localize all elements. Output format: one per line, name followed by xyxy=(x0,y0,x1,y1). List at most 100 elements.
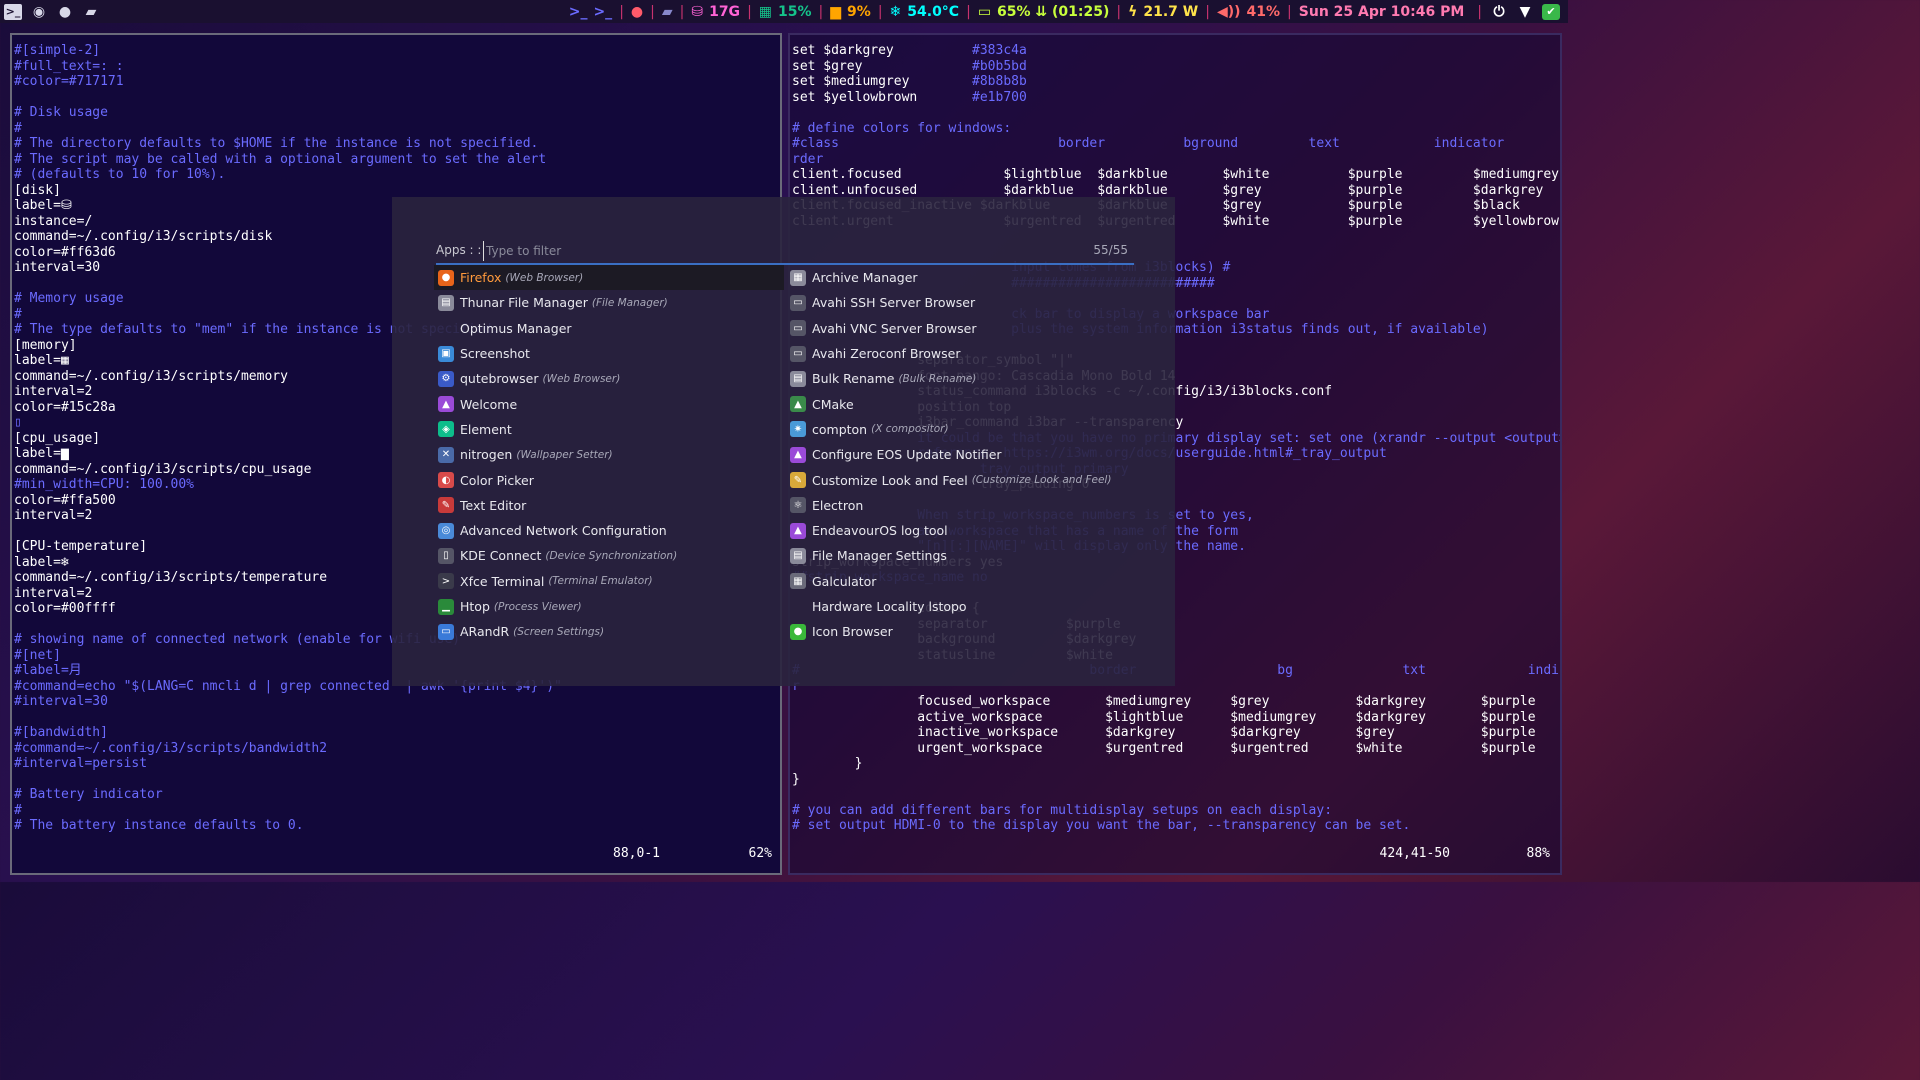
terminal-line: set $grey #b0b5bd xyxy=(792,58,1027,74)
app-item[interactable]: ✕ nitrogen (Wallpaper Setter) xyxy=(434,442,784,467)
chat-icon[interactable]: ● xyxy=(56,4,74,20)
battery-icon: ▭ xyxy=(977,3,992,20)
status-temperature-value: 54.0°C xyxy=(907,3,960,20)
app-name: compton xyxy=(812,421,868,437)
element-icon: ◈ xyxy=(438,421,454,438)
app-name: Icon Browser xyxy=(812,624,893,640)
app-item[interactable]: ◐ Color Picker xyxy=(434,467,784,492)
archive-icon: ▦ xyxy=(790,269,806,286)
app-item[interactable]: ▤ Thunar File Manager (File Manager) xyxy=(434,290,784,315)
blank-icon xyxy=(790,599,806,615)
memory-icon: ▦ xyxy=(758,3,773,20)
app-name: Avahi SSH Server Browser xyxy=(812,295,976,311)
status-cpu-value: 9% xyxy=(847,3,871,20)
app-name: Firefox xyxy=(460,270,502,286)
nitrogen-icon: ✕ xyxy=(438,446,454,463)
terminal-line: rder xyxy=(792,151,824,167)
status-recording[interactable]: ● xyxy=(624,4,650,20)
terminal-line: } xyxy=(792,771,800,787)
app-item[interactable]: ▦ Galculator xyxy=(786,569,1136,594)
wifi-icon[interactable]: ▼ xyxy=(1516,4,1534,20)
app-name: Electron xyxy=(812,497,864,513)
app-item[interactable]: Hardware Locality lstopo xyxy=(786,594,1136,619)
app-item[interactable]: ⚙ qutebrowser (Web Browser) xyxy=(434,366,784,391)
eos-log-icon: ▲ xyxy=(790,522,806,539)
app-name: Element xyxy=(460,421,512,437)
status-blocks: >_ >_ | ● | ▰ | ⛁ 17G | ▦ 15% | ▆ 9% | ❄ 54.0°C | ▭ 65% ⇊ (0… xyxy=(474,4,1477,20)
app-name: Advanced Network Configuration xyxy=(460,523,667,539)
app-item[interactable]: ▲ EndeavourOS log tool xyxy=(786,518,1136,543)
app-item[interactable]: Optimus Manager xyxy=(434,316,784,341)
app-item[interactable]: ▭ Avahi Zeroconf Browser xyxy=(786,341,1136,366)
status-folder[interactable]: ▰ xyxy=(655,4,680,20)
app-item[interactable]: ▭ Avahi SSH Server Browser xyxy=(786,290,1136,315)
app-description: (Device Synchronization) xyxy=(545,549,678,562)
app-name: Avahi Zeroconf Browser xyxy=(812,346,961,362)
status-volume[interactable]: ◀)) 41% xyxy=(1210,4,1287,20)
app-item[interactable]: ▲ Welcome xyxy=(434,391,784,416)
terminal-icon: > xyxy=(438,573,454,590)
endeavouros-icon: ▲ xyxy=(438,396,454,413)
status-memory[interactable]: ▦ 15% xyxy=(752,4,819,20)
status-cpu[interactable]: ▆ 9% xyxy=(823,4,878,20)
terminal-line: # (defaults to 10 for 10%). xyxy=(14,167,226,182)
app-item[interactable]: ▯ KDE Connect (Device Synchronization) xyxy=(434,543,784,568)
app-item[interactable]: ▤ File Manager Settings xyxy=(786,543,1136,568)
app-item[interactable]: ✎ Text Editor xyxy=(434,493,784,518)
app-item[interactable]: ▣ Screenshot xyxy=(434,341,784,366)
app-item[interactable]: ✷ compton (X compositor) xyxy=(786,417,1136,442)
htop-icon: ▁ xyxy=(438,598,454,615)
terminal-line: urgent_workspace $urgentred $urgentred $… xyxy=(792,740,1536,756)
status-temperature[interactable]: ❄ 54.0°C xyxy=(883,4,967,20)
avahi-vnc-icon: ▭ xyxy=(790,320,806,337)
terminal-icon[interactable]: >_ xyxy=(4,3,22,20)
file-manager-icon: ▤ xyxy=(438,294,454,311)
status-terminal-value: >_ xyxy=(593,3,613,20)
app-name: Bulk Rename xyxy=(812,371,895,387)
icon-browser-icon: ● xyxy=(790,623,806,640)
terminal-line: # The directory defaults to $HOME if the… xyxy=(14,136,539,151)
snowflake-icon: ❄ xyxy=(889,3,902,20)
app-name: Thunar File Manager xyxy=(460,295,588,311)
customize-look-icon: ✎ xyxy=(790,472,806,489)
power-icon[interactable]: ⏻ xyxy=(1490,4,1508,20)
status-date[interactable]: Sun 25 Apr 10:46 PM xyxy=(1292,4,1472,20)
app-item[interactable]: ▦ Archive Manager xyxy=(786,265,1136,290)
launcher-icons: >_ ◉ ● ▰ xyxy=(0,3,474,20)
app-description: (Web Browser) xyxy=(505,271,584,284)
folder-icon[interactable]: ▰ xyxy=(82,4,100,20)
status-battery[interactable]: ▭ 65% ⇊ (01:25) xyxy=(971,4,1117,20)
shield-icon[interactable]: ✔ xyxy=(1542,3,1560,20)
screenshot-icon: ▣ xyxy=(438,345,454,362)
app-item[interactable]: ● Firefox (Web Browser) xyxy=(434,265,784,291)
electron-icon: ⚛ xyxy=(790,497,806,514)
app-list-left: ● Firefox (Web Browser) ▤ Thunar File Manage… xyxy=(434,265,784,644)
app-item[interactable]: ▁ Htop (Process Viewer) xyxy=(434,594,784,619)
terminal-line: inactive_workspace $darkgrey $darkgrey $… xyxy=(792,725,1536,740)
app-name: Xfce Terminal xyxy=(460,573,545,589)
app-item[interactable]: ◈ Element xyxy=(434,417,784,442)
status-power[interactable]: ϟ 21.7 W xyxy=(1121,4,1205,20)
terminal-line: # The battery instance defaults to 0. xyxy=(14,818,304,833)
app-item[interactable]: ▭ Avahi VNC Server Browser xyxy=(786,316,1136,341)
app-item[interactable]: ● Icon Browser xyxy=(786,619,1136,644)
app-item[interactable]: ◎ Advanced Network Configuration xyxy=(434,518,784,543)
app-description: (Bulk Rename) xyxy=(898,372,977,385)
record-icon[interactable]: ◉ xyxy=(30,4,48,20)
terminal-line: } xyxy=(792,756,863,771)
app-item[interactable]: ▭ ARandR (Screen Settings) xyxy=(434,619,784,644)
status-terminal[interactable]: >_ >_ xyxy=(562,4,619,20)
app-name: Htop xyxy=(460,599,490,614)
app-item[interactable]: ⚛ Electron xyxy=(786,493,1136,518)
status-disk[interactable]: ⛁ 17G xyxy=(684,4,747,20)
app-description: (Customize Look and Feel) xyxy=(971,474,1112,487)
app-item[interactable]: ✎ Customize Look and Feel (Customize Look … xyxy=(786,467,1136,492)
filter-input[interactable] xyxy=(483,241,988,261)
app-item[interactable]: ▲ Configure EOS Update Notifier xyxy=(786,442,1136,467)
app-item[interactable]: ▲ CMake xyxy=(786,391,1136,416)
app-description: (Wallpaper Setter) xyxy=(516,448,613,461)
app-item[interactable]: ▤ Bulk Rename (Bulk Rename) xyxy=(786,366,1136,391)
app-item[interactable]: > Xfce Terminal (Terminal Emulator) xyxy=(434,569,784,594)
